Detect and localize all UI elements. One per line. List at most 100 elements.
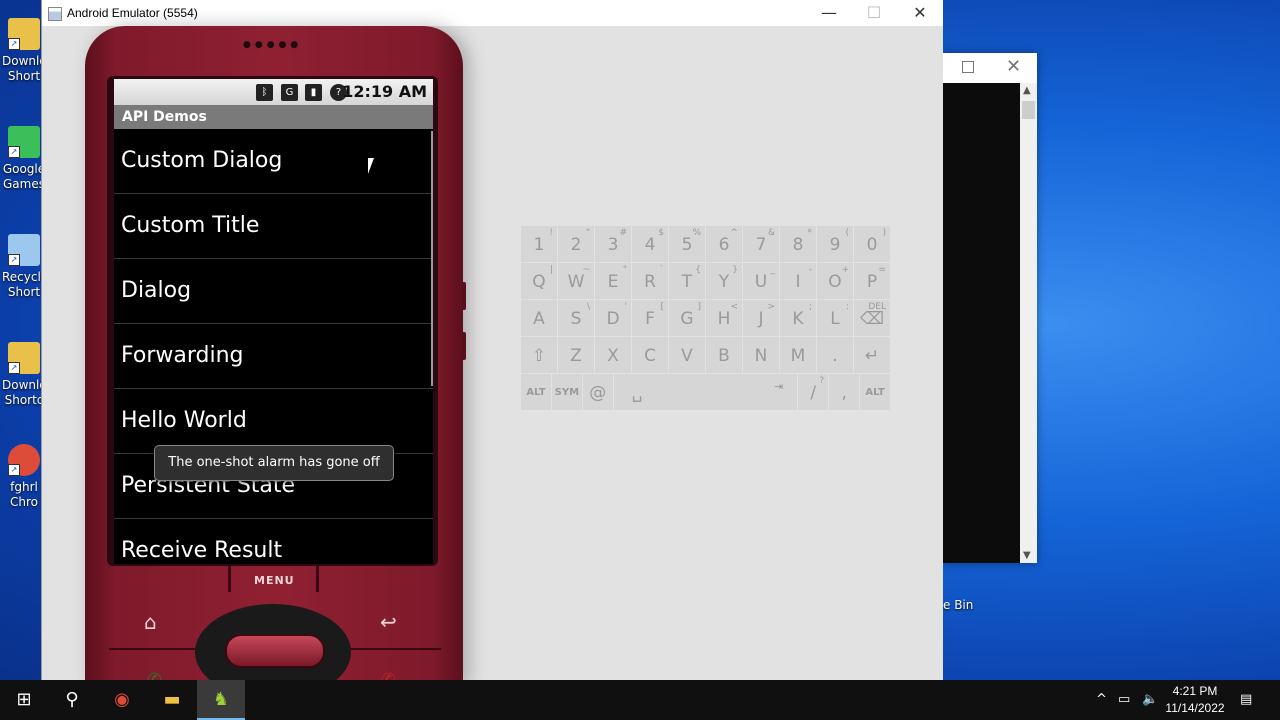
keyboard-key[interactable]: K;	[780, 300, 816, 336]
taskbar-clock[interactable]: 4:21 PM 11/14/2022	[1160, 683, 1230, 717]
taskbar: ⊞ ⚲ ◉ ▬ ♞ ^ ▭ 🔈 4:21 PM 11/14/2022 ▤	[0, 680, 1280, 720]
keyboard-key[interactable]: C	[632, 337, 668, 373]
vertical-scrollbar[interactable]: ▲ ▼	[1020, 83, 1037, 563]
keyboard-key[interactable]: 7 &	[743, 226, 779, 262]
desktop-icon-downloads-2[interactable]: ↗ Downlo Shortc	[2, 342, 47, 408]
keyboard-key[interactable]: M	[780, 337, 816, 373]
network-icon[interactable]: ▭	[1118, 680, 1130, 720]
keyboard-key[interactable]: T{	[669, 263, 705, 299]
desktop-icon-downloads[interactable]: ↗ Downlo Short	[2, 18, 47, 84]
close-icon[interactable]: ✕	[1006, 56, 1021, 77]
phone-screen[interactable]: ᛒ G ▮ ? 12:19 AM API Demos Custom Dialog…	[114, 79, 433, 564]
keyboard-key[interactable]: 6 ^	[706, 226, 742, 262]
keyboard-key[interactable]: D '	[595, 300, 631, 336]
show-hidden-icons-icon[interactable]: ^	[1096, 680, 1107, 720]
key-alt-label: -	[808, 265, 812, 275]
key-label: SYM	[554, 387, 580, 398]
desktop-icon-label: Recycle	[2, 270, 49, 284]
key-alt-label: $	[658, 228, 664, 238]
chrome-taskbar-icon[interactable]: ◉	[98, 680, 146, 720]
keyboard-key[interactable]: Q |	[521, 263, 557, 299]
comma-key[interactable]: ,	[829, 374, 860, 410]
keyboard-key[interactable]: Z	[558, 337, 594, 373]
keyboard-key[interactable]: I-	[780, 263, 816, 299]
key-alt-label: `	[659, 265, 665, 275]
list-item-custom-title[interactable]: Custom Title	[114, 194, 433, 259]
keyboard-key[interactable]: F[	[632, 300, 668, 336]
keyboard-key[interactable]: E "	[595, 263, 631, 299]
notifications-icon[interactable]: ▤	[1240, 680, 1252, 720]
home-icon[interactable]: ⌂	[144, 610, 157, 634]
keyboard-key[interactable]: ⇧	[521, 337, 557, 373]
keyboard-key[interactable]: 9(	[817, 226, 853, 262]
keyboard-key[interactable]: P =	[854, 263, 890, 299]
scroll-down-icon[interactable]: ▼	[1023, 550, 1031, 561]
keyboard-key[interactable]: W ~	[558, 263, 594, 299]
background-window[interactable]: ✕ ▲ ▼	[942, 53, 1037, 563]
desktop-icon-label: Shortc	[4, 393, 44, 407]
android-emulator-taskbar-icon[interactable]: ♞	[197, 680, 245, 720]
start-button[interactable]: ⊞	[0, 680, 48, 720]
keyboard-key[interactable]: 3 #	[595, 226, 631, 262]
menu-button[interactable]: MENU	[254, 574, 295, 587]
volume-up-button[interactable]	[462, 282, 466, 310]
search-icon[interactable]: ⚲	[48, 680, 96, 720]
space-key[interactable]: ␣ ⇥	[613, 374, 798, 410]
keyboard-key[interactable]: Y}	[706, 263, 742, 299]
keyboard-key[interactable]: H <	[706, 300, 742, 336]
alt-right-key[interactable]: ALT	[860, 374, 891, 410]
scroll-thumb[interactable]	[1022, 101, 1035, 119]
keyboard-key[interactable]: S \	[558, 300, 594, 336]
status-time: 12:19 AM	[342, 82, 427, 101]
file-explorer-icon[interactable]: ▬	[148, 680, 196, 720]
keyboard-key[interactable]: 5%	[669, 226, 705, 262]
desktop-icon-google-games[interactable]: ↗ Google Games	[2, 126, 46, 192]
keyboard-key[interactable]: L:	[817, 300, 853, 336]
keyboard-key[interactable]: 4 $	[632, 226, 668, 262]
keyboard-key[interactable]: A	[521, 300, 557, 336]
close-button[interactable]: ✕	[897, 3, 943, 22]
keyboard-key[interactable]: 8 *	[780, 226, 816, 262]
sym-key[interactable]: SYM	[551, 374, 582, 410]
volume-icon[interactable]: 🔈	[1142, 680, 1158, 720]
slash-key[interactable]: /?	[798, 374, 829, 410]
list-item-custom-dialog[interactable]: Custom Dialog	[114, 129, 433, 194]
keyboard-key[interactable]: J >	[743, 300, 779, 336]
keyboard-key[interactable]: R `	[632, 263, 668, 299]
keyboard-key[interactable]: ⌫ DEL	[854, 300, 890, 336]
scroll-up-icon[interactable]: ▲	[1023, 85, 1031, 96]
alt-left-key[interactable]: ALT	[521, 374, 551, 410]
minimize-button[interactable]: —	[806, 3, 852, 22]
desktop-icon-label: Downlo	[2, 378, 47, 392]
list-scrollbar[interactable]	[431, 131, 433, 386]
desktop-icon-chrome[interactable]: ↗ fghrl Chro	[2, 444, 46, 510]
keyboard-key[interactable]: .	[817, 337, 853, 373]
keyboard-key[interactable]: U _	[743, 263, 779, 299]
keyboard-key[interactable]: O +	[817, 263, 853, 299]
demo-list[interactable]: Custom Dialog Custom Title Dialog Forwar…	[114, 129, 433, 564]
maximize-button[interactable]: ☐	[851, 3, 897, 22]
list-item-dialog[interactable]: Dialog	[114, 259, 433, 324]
key-label: ALT	[865, 387, 885, 398]
key-label: V	[681, 346, 693, 366]
divider	[109, 648, 209, 650]
at-key[interactable]: @	[582, 374, 613, 410]
keyboard-key[interactable]: ↵	[854, 337, 890, 373]
key-label: O	[828, 272, 842, 292]
maximize-icon[interactable]	[962, 61, 974, 73]
back-icon[interactable]: ↩	[380, 610, 397, 634]
dpad-center-button[interactable]	[225, 634, 325, 668]
keyboard-key[interactable]: 0)	[854, 226, 890, 262]
keyboard-key[interactable]: G]	[669, 300, 705, 336]
keyboard-key[interactable]: N	[743, 337, 779, 373]
key-alt-label: '	[624, 302, 627, 312]
keyboard-key[interactable]: X	[595, 337, 631, 373]
list-item-receive-result[interactable]: Receive Result	[114, 519, 433, 564]
desktop-icon-recycle[interactable]: ↗ Recycle Short	[2, 234, 49, 300]
keyboard-key[interactable]: 2 "	[558, 226, 594, 262]
keyboard-key[interactable]: B	[706, 337, 742, 373]
volume-down-button[interactable]	[462, 332, 466, 360]
list-item-forwarding[interactable]: Forwarding	[114, 324, 433, 389]
keyboard-key[interactable]: 1!	[521, 226, 557, 262]
keyboard-key[interactable]: V	[669, 337, 705, 373]
